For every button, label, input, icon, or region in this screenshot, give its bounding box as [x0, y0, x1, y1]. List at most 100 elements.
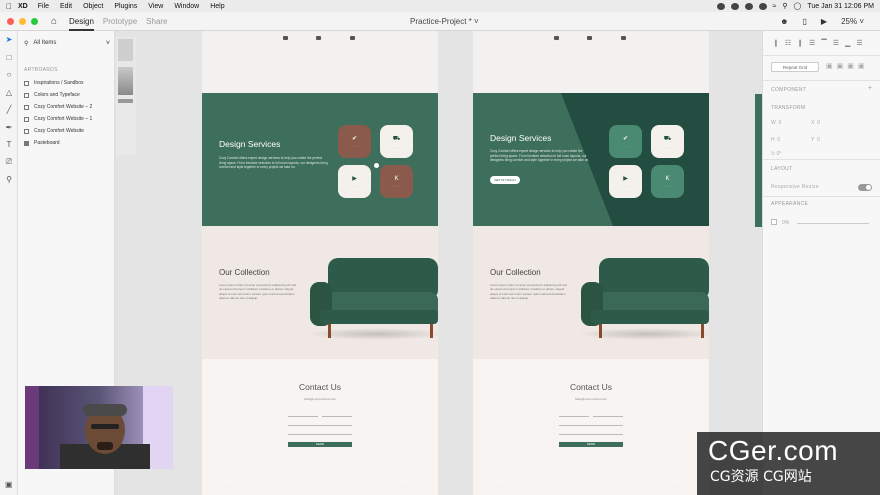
polygon-tool-icon[interactable]: △: [0, 84, 18, 102]
layer-item[interactable]: Colors and Typeface: [18, 89, 114, 101]
rectangle-tool-icon[interactable]: □: [0, 49, 18, 67]
service-card[interactable]: ▶ · · · · ·: [609, 165, 642, 198]
status-tray-icon[interactable]: [758, 2, 767, 10]
email-field[interactable]: [593, 416, 623, 417]
pen-tool-icon[interactable]: ✒: [0, 119, 18, 137]
ellipse-tool-icon[interactable]: ○: [0, 66, 18, 84]
control-center-icon[interactable]: ◯: [793, 2, 801, 10]
play-icon[interactable]: ▶: [821, 17, 827, 26]
zoom-tool-icon[interactable]: ⚲: [0, 171, 18, 189]
menu-edit[interactable]: Edit: [60, 3, 72, 10]
get-in-touch-button[interactable]: GET IN TOUCH: [490, 176, 520, 184]
name-field[interactable]: [288, 416, 318, 417]
exclude-icon[interactable]: ▣: [858, 62, 865, 70]
menu-view[interactable]: View: [148, 3, 163, 10]
opacity-value[interactable]: 0%: [782, 220, 789, 226]
width-field[interactable]: W 0: [771, 120, 781, 126]
layer-item-label: Pasteboard: [34, 140, 60, 146]
artboard-tool-icon[interactable]: ⎚: [0, 154, 18, 172]
collection-title: Our Collection: [490, 268, 541, 277]
artboard-website-right[interactable]: · · · · · · · · · · · · · · · · · · · · · …: [473, 31, 709, 495]
app-menu[interactable]: XD: [18, 3, 28, 10]
service-card[interactable]: ⛟ · · · · ·: [380, 125, 413, 158]
menu-file[interactable]: File: [38, 3, 49, 10]
mobile-preview-icon[interactable]: ▯: [803, 17, 807, 26]
tab-share[interactable]: Share: [146, 12, 167, 31]
menu-object[interactable]: Object: [83, 3, 103, 10]
message-field[interactable]: [288, 434, 352, 435]
distribute-vertical-icon[interactable]: ☰: [856, 39, 862, 47]
subtract-icon[interactable]: ▣: [837, 62, 844, 70]
service-card[interactable]: ✔ · · · · ·: [609, 125, 642, 158]
service-card[interactable]: K · · · · ·: [651, 165, 684, 198]
artboard-edge[interactable]: [755, 94, 762, 227]
close-window-button[interactable]: [7, 17, 14, 25]
tab-design[interactable]: Design: [69, 12, 94, 31]
service-card[interactable]: ⛟ · · · · ·: [651, 125, 684, 158]
layer-item[interactable]: Inspirations / Sandbox: [18, 77, 114, 89]
add-icon[interactable]: ▣: [826, 62, 833, 70]
menu-window[interactable]: Window: [174, 3, 199, 10]
divider: [763, 55, 880, 56]
send-button[interactable]: SEND: [559, 442, 623, 447]
zoom-level[interactable]: 25% ˅: [841, 17, 864, 26]
artboard-website-left[interactable]: · · · · · · · · · · · · · · · · · · · · · …: [202, 31, 438, 495]
add-component-icon[interactable]: +: [868, 85, 872, 92]
search-icon[interactable]: ⚲: [782, 2, 787, 10]
layer-item[interactable]: Pasteboard: [18, 137, 114, 149]
service-card[interactable]: K · · · · ·: [380, 165, 413, 198]
thumbnail[interactable]: [118, 39, 133, 61]
service-card[interactable]: ▶ · · · · ·: [338, 165, 371, 198]
minimize-window-button[interactable]: [19, 17, 26, 25]
rotation-field[interactable]: ↻ 0°: [771, 151, 781, 157]
status-tray-icon[interactable]: [730, 2, 739, 10]
responsive-resize-toggle[interactable]: [858, 184, 872, 191]
align-left-icon[interactable]: ❙: [773, 39, 779, 47]
message-field[interactable]: [559, 434, 623, 435]
plugins-icon[interactable]: ▣: [5, 480, 13, 489]
subject-field[interactable]: [288, 425, 352, 426]
document-title[interactable]: Practice-Project * ˅: [410, 12, 479, 31]
intersect-icon[interactable]: ▣: [847, 62, 854, 70]
thumbnail[interactable]: [118, 99, 133, 103]
layers-filter[interactable]: ⚲ All Items ˅: [18, 31, 114, 55]
tab-prototype[interactable]: Prototype: [103, 12, 137, 31]
apple-icon[interactable]: : [0, 2, 18, 11]
status-tray-icon[interactable]: [744, 2, 753, 10]
repeat-grid-button[interactable]: Repeat Grid: [771, 62, 819, 72]
menu-plugins[interactable]: Plugins: [114, 3, 137, 10]
email-field[interactable]: [322, 416, 352, 417]
height-field[interactable]: H 0: [771, 137, 780, 143]
appearance-checkbox[interactable]: [771, 219, 777, 225]
line-tool-icon[interactable]: ╱: [0, 101, 18, 119]
status-tray-icon[interactable]: [716, 2, 725, 10]
zoom-window-button[interactable]: [31, 17, 38, 25]
send-button[interactable]: SEND: [288, 442, 352, 447]
align-right-icon[interactable]: ❙: [797, 39, 803, 47]
home-icon[interactable]: ⌂: [48, 16, 60, 27]
distribute-icon[interactable]: ☰: [809, 39, 815, 47]
user-icon[interactable]: ☻: [780, 17, 788, 26]
clock[interactable]: Tue Jan 31 12:06 PM: [807, 3, 874, 10]
layer-item[interactable]: Cozy Comfort Website: [18, 125, 114, 137]
text-tool-icon[interactable]: T: [0, 136, 18, 154]
menu-help[interactable]: Help: [210, 3, 224, 10]
align-center-icon[interactable]: ☷: [785, 39, 791, 47]
wifi-icon[interactable]: ≈: [773, 3, 777, 10]
name-field[interactable]: [559, 416, 589, 417]
artboard-thumbnails[interactable]: [116, 37, 136, 155]
align-middle-icon[interactable]: ☰: [833, 39, 839, 47]
align-top-icon[interactable]: ▔: [821, 39, 826, 47]
canvas[interactable]: · · · · · · · · · · · · · · · · · · · · · …: [115, 31, 762, 495]
opacity-slider[interactable]: [797, 223, 869, 224]
layer-item[interactable]: Cozy Comfort Website – 1: [18, 113, 114, 125]
service-card[interactable]: ✔ · · · · ·: [338, 125, 371, 158]
align-bottom-icon[interactable]: ▁: [845, 39, 850, 47]
sofa-image: [310, 258, 438, 338]
subject-field[interactable]: [559, 425, 623, 426]
x-field[interactable]: X 0: [811, 120, 820, 126]
y-field[interactable]: Y 0: [811, 137, 820, 143]
select-tool-icon[interactable]: ➤: [0, 31, 18, 49]
layer-item[interactable]: Cozy Comfort Website – 2: [18, 101, 114, 113]
thumbnail[interactable]: [118, 67, 133, 95]
